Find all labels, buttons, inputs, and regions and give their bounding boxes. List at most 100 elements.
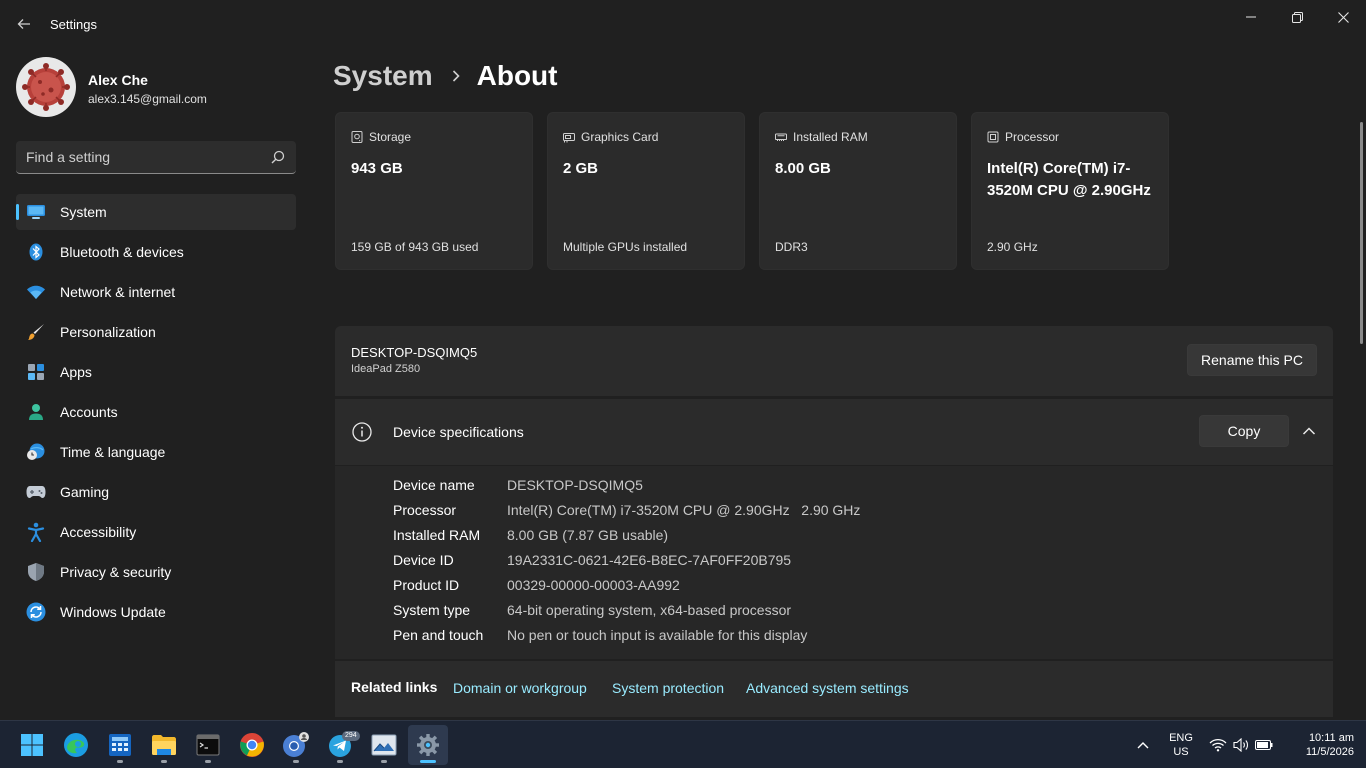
device-specifications-list: Device name DESKTOP-DSQIMQ5 Processor In…	[335, 466, 1333, 659]
quick-settings-button[interactable]	[1208, 721, 1274, 768]
keyboard-layout: US	[1173, 746, 1189, 758]
update-icon	[26, 602, 46, 622]
chevron-right-icon	[451, 69, 461, 83]
sidebar-item-time-language[interactable]: Time & language	[16, 434, 296, 470]
volume-icon	[1233, 738, 1248, 752]
search-icon[interactable]	[271, 150, 285, 164]
storage-card[interactable]: Storage 943 GB 159 GB of 943 GB used	[335, 112, 533, 270]
system-protection-link[interactable]: System protection	[612, 680, 724, 696]
page-title: About	[476, 60, 558, 91]
ram-icon	[775, 133, 787, 141]
avatar[interactable]	[16, 57, 76, 117]
running-indicator	[337, 760, 343, 763]
related-links-label: Related links	[351, 679, 438, 695]
app-title: Settings	[50, 17, 97, 32]
user-name: Alex Che	[88, 72, 148, 88]
avatar-image-icon	[16, 57, 76, 117]
sidebar-item-accessibility[interactable]: Accessibility	[16, 514, 296, 550]
input-language[interactable]: ENG US	[1165, 731, 1197, 759]
breadcrumb-parent[interactable]: System	[333, 60, 433, 92]
sidebar-item-privacy[interactable]: Privacy & security	[16, 554, 296, 590]
taskbar-edge[interactable]	[56, 725, 96, 765]
running-indicator	[293, 760, 299, 763]
clock[interactable]: 10:11 am 11/5/2026	[1284, 731, 1354, 759]
spec-label: Device ID	[393, 552, 454, 568]
chrome-profile-icon	[283, 732, 309, 757]
card-value: 2 GB	[563, 160, 599, 177]
taskbar-chrome[interactable]	[232, 725, 272, 765]
taskbar-chrome-profile[interactable]	[276, 725, 316, 765]
search-box[interactable]	[16, 141, 296, 174]
settings-icon	[417, 734, 439, 756]
edge-icon	[64, 733, 88, 757]
card-subtitle: DDR3	[775, 240, 808, 254]
chevron-up-icon[interactable]	[1301, 423, 1317, 439]
sidebar-item-personalization[interactable]: Personalization	[16, 314, 296, 350]
sidebar-item-windows-update[interactable]: Windows Update	[16, 594, 296, 630]
card-subtitle: Multiple GPUs installed	[563, 240, 688, 254]
restore-button[interactable]	[1274, 6, 1320, 28]
related-links: Related links Domain or workgroup System…	[335, 661, 1333, 717]
notification-badge: 294	[342, 731, 360, 741]
rename-pc-button[interactable]: Rename this PC	[1187, 344, 1317, 376]
copy-button[interactable]: Copy	[1199, 415, 1289, 447]
monitor-icon	[26, 203, 46, 221]
back-button[interactable]	[14, 14, 34, 34]
spec-label: Pen and touch	[393, 627, 484, 643]
taskbar-settings[interactable]	[408, 725, 448, 765]
close-button[interactable]	[1320, 6, 1366, 28]
language-code: ENG	[1169, 732, 1193, 744]
sidebar-item-accounts[interactable]: Accounts	[16, 394, 296, 430]
installed-ram-card[interactable]: Installed RAM 8.00 GB DDR3	[759, 112, 957, 270]
pc-name: DESKTOP-DSQIMQ5	[351, 345, 478, 360]
info-icon	[352, 422, 372, 442]
pc-name-section: DESKTOP-DSQIMQ5 IdeaPad Z580 Rename this…	[335, 326, 1333, 396]
graphics-card-card[interactable]: Graphics Card 2 GB Multiple GPUs install…	[547, 112, 745, 270]
sidebar-item-label: Accessibility	[60, 524, 137, 540]
sidebar-item-network[interactable]: Network & internet	[16, 274, 296, 310]
tray-overflow-button[interactable]	[1132, 721, 1154, 768]
gamepad-icon	[26, 483, 46, 501]
minimize-button[interactable]	[1228, 6, 1274, 28]
clock-time: 10:11 am	[1308, 732, 1354, 744]
card-value: 8.00 GB	[775, 160, 831, 177]
card-title: Storage	[369, 130, 412, 144]
chrome-icon	[240, 733, 264, 757]
spec-label: Product ID	[393, 577, 460, 593]
sidebar-item-label: Privacy & security	[60, 564, 172, 580]
back-arrow-icon	[17, 19, 30, 29]
taskbar-calculator[interactable]	[100, 725, 140, 765]
advanced-system-settings-link[interactable]: Advanced system settings	[746, 680, 909, 696]
taskbar: 294 ENG US 10:11 am 11/5/2026	[0, 720, 1366, 768]
active-indicator	[420, 760, 436, 763]
accessibility-icon	[26, 522, 46, 542]
sidebar-item-label: Accounts	[60, 404, 118, 420]
summary-cards: Storage 943 GB 159 GB of 943 GB used Gra…	[335, 112, 1169, 270]
card-value: Intel(R) Core(TM) i7-3520M CPU @ 2.90GHz	[987, 160, 1151, 199]
sidebar-item-apps[interactable]: Apps	[16, 354, 296, 390]
taskbar-telegram[interactable]: 294	[320, 725, 360, 765]
search-input[interactable]	[26, 148, 256, 166]
card-value: 943 GB	[351, 160, 403, 177]
card-title: Processor	[1005, 130, 1060, 144]
card-title: Installed RAM	[793, 130, 868, 144]
processor-card[interactable]: Processor Intel(R) Core(TM) i7-3520M CPU…	[971, 112, 1169, 270]
taskbar-photos[interactable]	[364, 725, 404, 765]
processor-icon	[987, 131, 999, 143]
sidebar-item-bluetooth[interactable]: Bluetooth & devices	[16, 234, 296, 270]
start-button[interactable]	[12, 725, 52, 765]
running-indicator	[205, 760, 211, 763]
taskbar-terminal[interactable]	[188, 725, 228, 765]
pc-model: IdeaPad Z580	[351, 363, 421, 375]
wifi-icon	[26, 283, 46, 301]
scrollbar-thumb[interactable]	[1360, 122, 1363, 344]
file-explorer-icon	[152, 735, 176, 755]
shield-icon	[26, 563, 46, 581]
sidebar-item-gaming[interactable]: Gaming	[16, 474, 296, 510]
device-specifications-header[interactable]: Device specifications Copy	[335, 399, 1333, 465]
sidebar-item-system[interactable]: System	[16, 194, 296, 230]
user-profile[interactable]: Alex Che alex3.145@gmail.com	[16, 57, 296, 119]
domain-workgroup-link[interactable]: Domain or workgroup	[453, 680, 587, 696]
sidebar-item-label: Network & internet	[60, 284, 176, 300]
taskbar-file-explorer[interactable]	[144, 725, 184, 765]
